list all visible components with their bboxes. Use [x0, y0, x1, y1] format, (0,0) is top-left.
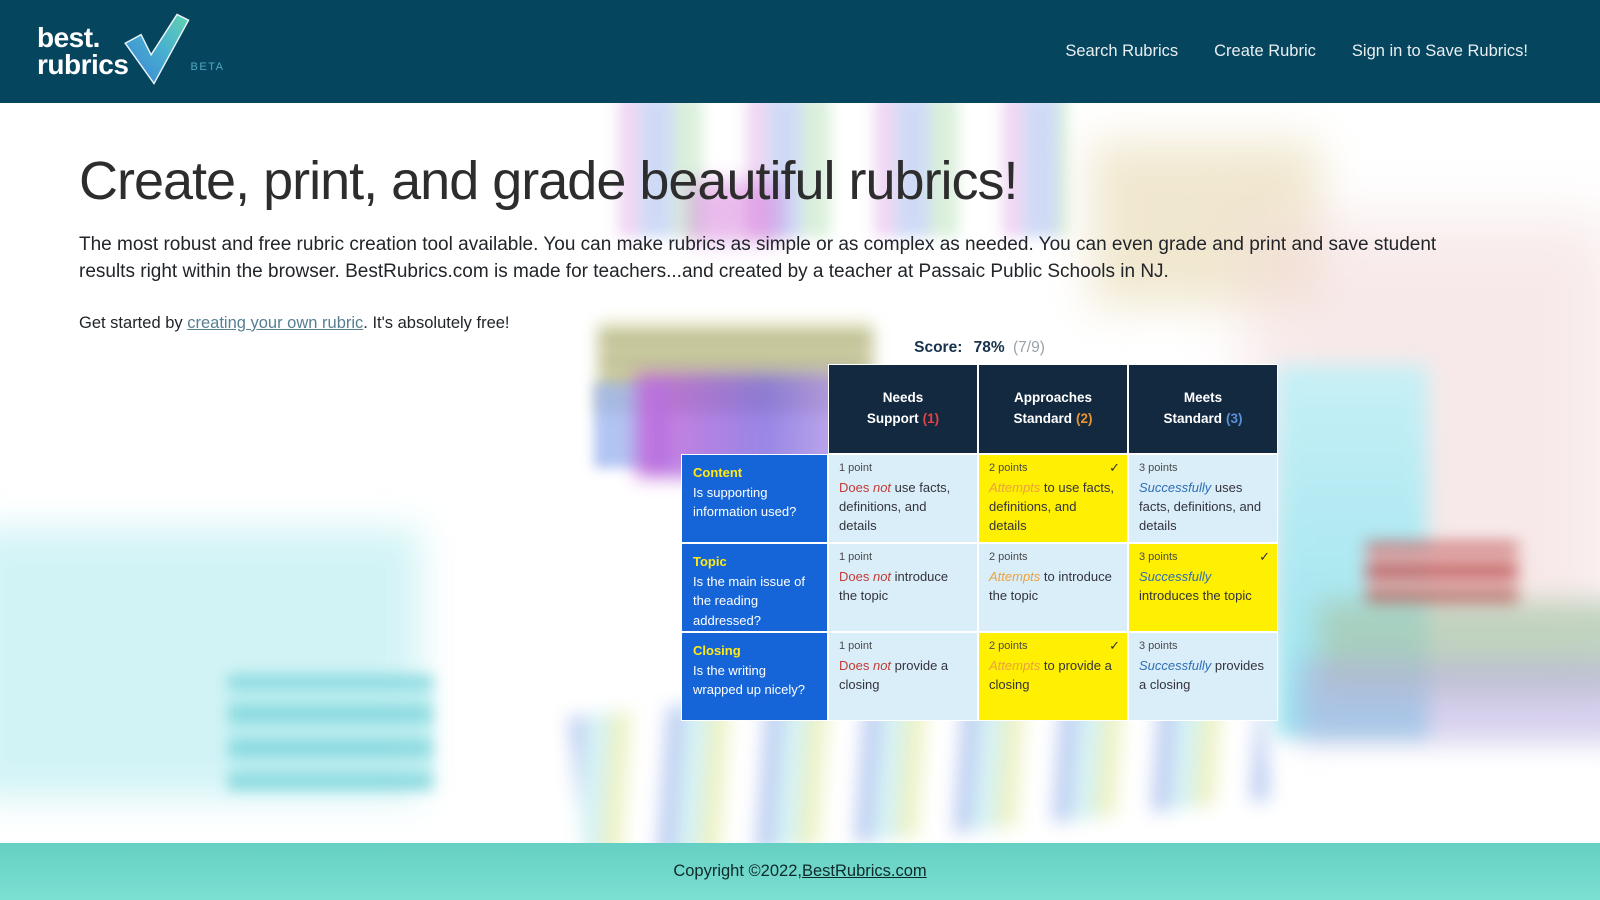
column-header-needs-support: Needs Support(1) [828, 364, 978, 454]
column-points-number: (3) [1226, 411, 1243, 426]
rubric-cell[interactable]: ✓ 1 point Does not provide a closing [828, 632, 978, 721]
cell-points: 2 points [989, 639, 1117, 655]
copyright-text: Copyright ©2022, [673, 862, 802, 881]
column-title-line2: Standard(3) [1163, 409, 1242, 430]
cell-description: Successfully provides a closing [1139, 657, 1267, 695]
footer: Copyright ©2022, BestRubrics.com [0, 843, 1600, 900]
cell-points: 3 points [1139, 550, 1267, 566]
score-fraction: (7/9) [1013, 339, 1045, 356]
column-header-meets-standard: Meets Standard(3) [1128, 364, 1278, 454]
row-title: Topic [693, 552, 816, 572]
rubric-cell[interactable]: ✓ 2 points Attempts to use facts, defini… [978, 454, 1128, 543]
cell-description: Attempts to introduce the topic [989, 568, 1117, 606]
cell-description: Does not introduce the topic [839, 568, 967, 606]
rubric-corner-empty [681, 364, 828, 454]
cell-points: 1 point [839, 550, 967, 566]
create-rubric-link[interactable]: creating your own rubric [187, 314, 363, 332]
check-icon: ✓ [1259, 548, 1270, 567]
bg-blur-shape [1298, 661, 1600, 743]
cell-description: Successfully uses facts, definitions, an… [1139, 479, 1267, 536]
column-title-line1: Approaches [1014, 388, 1092, 409]
nav-link-sign-in[interactable]: Sign in to Save Rubrics! [1352, 42, 1528, 61]
cell-points: 3 points [1139, 461, 1267, 477]
column-title-line2: Standard(2) [1013, 409, 1092, 430]
row-question: Is supporting information used? [693, 483, 816, 522]
row-title: Content [693, 463, 816, 483]
hero-content: Create, print, and grade beautiful rubri… [0, 103, 1600, 333]
column-points-number: (1) [923, 411, 940, 426]
column-title-line1: Meets [1184, 388, 1222, 409]
column-title-line2: Support(1) [867, 409, 939, 430]
cell-points: 2 points [989, 461, 1117, 477]
check-icon: ✓ [1109, 459, 1120, 478]
get-started-line: Get started by creating your own rubric.… [79, 314, 1521, 333]
cell-points: 3 points [1139, 639, 1267, 655]
row-header-topic: Topic Is the main issue of the reading a… [681, 543, 828, 632]
row-title: Closing [693, 641, 816, 661]
brand-logo[interactable]: best. rubrics BETA [37, 19, 190, 85]
brand-line1: best. [37, 25, 128, 51]
cell-points: 2 points [989, 550, 1117, 566]
bg-blur-shape [1366, 543, 1518, 605]
cell-description: Does not use facts, definitions, and det… [839, 479, 967, 536]
rubric-cell[interactable]: ✓ 2 points Attempts to introduce the top… [978, 543, 1128, 632]
rubric-cell[interactable]: ✓ 1 point Does not introduce the topic [828, 543, 978, 632]
checkmark-logo-icon [118, 13, 190, 85]
rubric-demo: Score: 78% (7/9) Needs Support(1) Approa… [681, 339, 1278, 721]
page-title: Create, print, and grade beautiful rubri… [79, 150, 1521, 212]
hero-description: The most robust and free rubric creation… [79, 232, 1449, 286]
main-nav: Search Rubrics Create Rubric Sign in to … [1065, 42, 1528, 61]
bg-blur-shape [228, 675, 433, 790]
check-icon: ✓ [1109, 637, 1120, 656]
row-header-closing: Closing Is the writing wrapped up nicely… [681, 632, 828, 721]
rubric-cell[interactable]: ✓ 3 points Successfully uses facts, defi… [1128, 454, 1278, 543]
brand-line2: rubrics [37, 52, 128, 78]
cell-description: Attempts to use facts, definitions, and … [989, 479, 1117, 536]
rubric-cell[interactable]: ✓ 2 points Attempts to provide a closing [978, 632, 1128, 721]
navbar: best. rubrics BETA Search Rubrics Create… [0, 0, 1600, 103]
hero-section: Create, print, and grade beautiful rubri… [0, 103, 1600, 843]
cta-prefix: Get started by [79, 314, 187, 332]
cta-suffix: . It's absolutely free! [363, 314, 509, 332]
cell-description: Successfully introduces the topic [1139, 568, 1267, 606]
cell-description: Attempts to provide a closing [989, 657, 1117, 695]
nav-link-create-rubric[interactable]: Create Rubric [1214, 42, 1316, 61]
cell-description: Does not provide a closing [839, 657, 967, 695]
beta-badge: BETA [191, 61, 225, 73]
brand-wordmark: best. rubrics [37, 25, 128, 77]
column-points-number: (2) [1076, 411, 1093, 426]
column-header-approaches-standard: Approaches Standard(2) [978, 364, 1128, 454]
rubric-cell[interactable]: ✓ 3 points Successfully introduces the t… [1128, 543, 1278, 632]
cell-points: 1 point [839, 461, 967, 477]
rubric-table: Needs Support(1) Approaches Standard(2) … [681, 364, 1278, 721]
footer-home-link[interactable]: BestRubrics.com [802, 862, 927, 881]
rubric-cell[interactable]: ✓ 3 points Successfully provides a closi… [1128, 632, 1278, 721]
column-title-line1: Needs [883, 388, 924, 409]
cell-points: 1 point [839, 639, 967, 655]
score-label: Score: [914, 339, 962, 356]
nav-link-search-rubrics[interactable]: Search Rubrics [1065, 42, 1178, 61]
rubric-cell[interactable]: ✓ 1 point Does not use facts, definition… [828, 454, 978, 543]
row-header-content: Content Is supporting information used? [681, 454, 828, 543]
row-question: Is the writing wrapped up nicely? [693, 661, 816, 700]
row-question: Is the main issue of the reading address… [693, 572, 816, 631]
score-line: Score: 78% (7/9) [681, 339, 1278, 357]
score-value: 78% [974, 339, 1005, 356]
